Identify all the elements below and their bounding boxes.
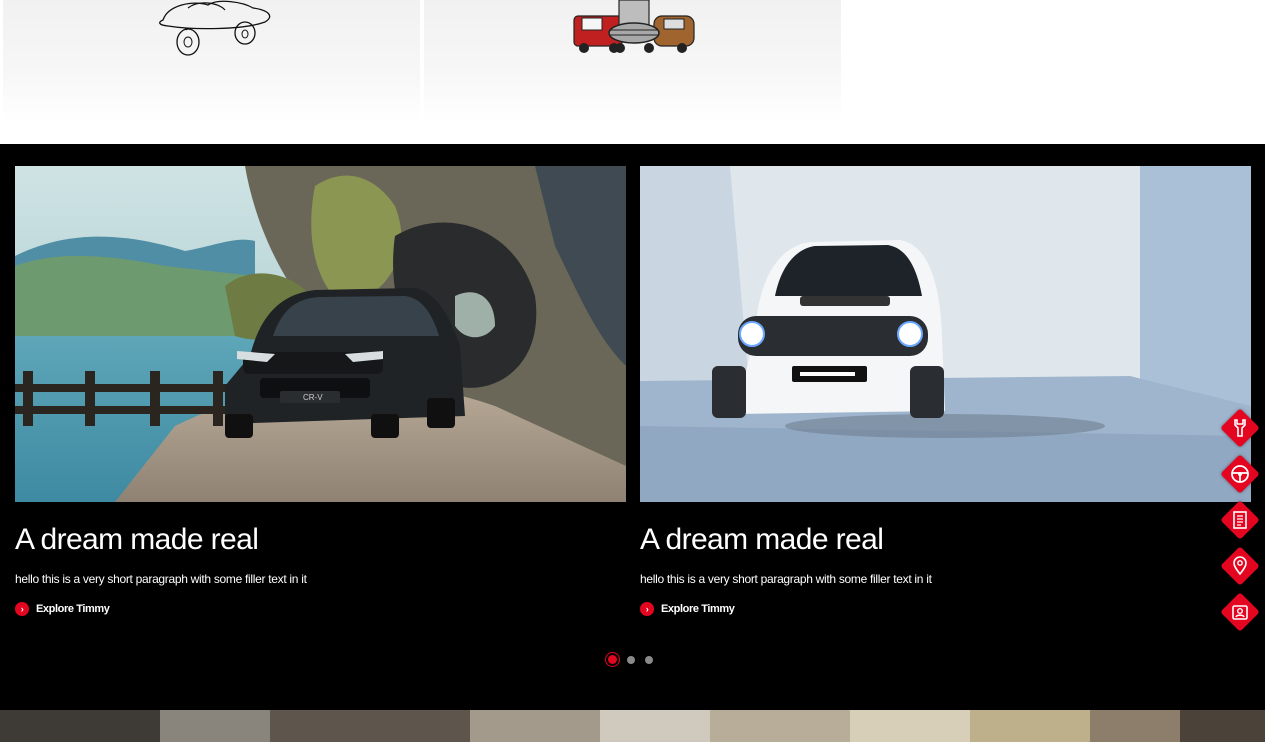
contact-button[interactable]: [1220, 592, 1260, 632]
test-drive-button[interactable]: [1220, 454, 1260, 494]
pagination-dot-2[interactable]: [627, 655, 635, 664]
explore-link[interactable]: › Explore Timmy: [15, 602, 626, 616]
carousel-slide[interactable]: A dream made real hello this is a very s…: [640, 166, 1251, 616]
explore-link[interactable]: › Explore Timmy: [640, 602, 1251, 616]
slide-description: hello this is a very short paragraph wit…: [15, 572, 307, 586]
pagination-dot-1[interactable]: [608, 655, 617, 664]
wrench-icon: [1234, 419, 1246, 437]
carousel-pagination: [608, 655, 653, 664]
chevron-right-icon: ›: [640, 602, 654, 616]
slide-title: A dream made real: [640, 523, 884, 556]
dealer-locator-button[interactable]: [1220, 546, 1260, 586]
svg-text:CR-V: CR-V: [303, 393, 323, 402]
explore-link-label: Explore Timmy: [36, 603, 110, 615]
top-card-strip: [0, 0, 1265, 144]
floating-side-nav: [1220, 408, 1260, 638]
car-group-icon: [573, 0, 695, 53]
brochure-icon: [1233, 511, 1247, 529]
chevron-right-icon: ›: [15, 602, 29, 616]
slide-image-suv[interactable]: CR-V: [15, 166, 626, 502]
pagination-dot-3[interactable]: [645, 655, 653, 664]
bottom-banner-image: [0, 710, 1265, 742]
brochure-button[interactable]: [1220, 500, 1260, 540]
location-pin-icon: [1233, 556, 1247, 576]
explore-link-label: Explore Timmy: [661, 603, 735, 615]
slide-description: hello this is a very short paragraph wit…: [640, 572, 932, 586]
service-button[interactable]: [1220, 408, 1260, 448]
carousel-slide[interactable]: CR-V A dream made real hello this is a v…: [15, 166, 626, 616]
slide-title: A dream made real: [15, 523, 259, 556]
top-card-2[interactable]: [424, 0, 841, 122]
top-card-1[interactable]: [3, 0, 420, 122]
contact-card-icon: [1232, 605, 1248, 620]
steering-wheel-icon: [1231, 465, 1249, 483]
slide-image-compact-car[interactable]: [640, 166, 1251, 502]
vehicle-carousel: CR-V A dream made real hello this is a v…: [0, 144, 1265, 710]
car-sketch-icon: [159, 0, 271, 56]
